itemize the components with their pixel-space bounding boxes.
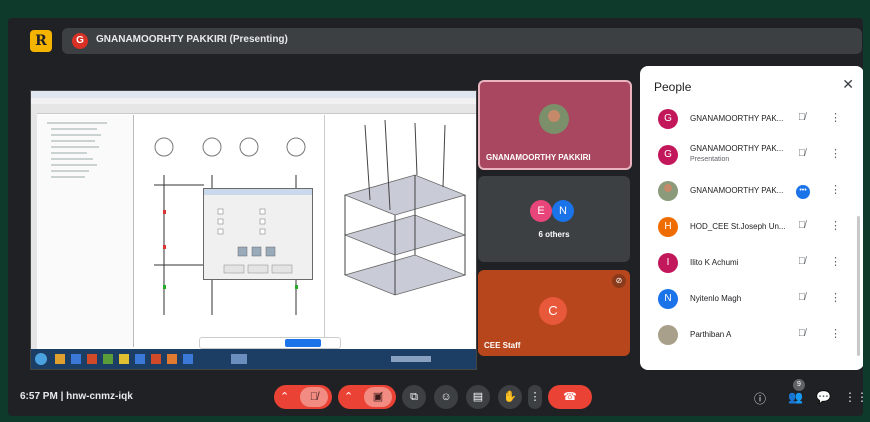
more-vert-icon[interactable]: ⋮ — [830, 111, 841, 124]
mic-control: ⌃ 🎙̸ — [274, 385, 332, 409]
people-icon[interactable]: 👥 — [788, 390, 803, 404]
participant-avatar: I — [658, 253, 678, 273]
tile-label: GNANAMOORTHY PAKKIRI — [486, 153, 591, 162]
captions-icon[interactable]: ▤ — [466, 385, 490, 409]
shared-app-tree-panel — [37, 115, 134, 347]
tile-main-speaker[interactable]: GNANAMOORTHY PAKKIRI — [478, 80, 632, 170]
more-vert-icon[interactable]: ⋮ — [830, 219, 841, 232]
emoji-icon[interactable]: ☺ — [434, 385, 458, 409]
participant-name: GNANAMOORTHY PAK... — [690, 144, 784, 153]
meeting-time-code: 6:57 PM | hnw-cnmz-iqk — [20, 391, 133, 402]
avatar-n: N — [552, 200, 574, 222]
people-list: G GNANAMOORTHY PAK... 🎙̸ ⋮ G GNANAMOORTH… — [650, 102, 850, 354]
list-item[interactable]: I Ilito K Achumi 🎙̸ ⋮ — [650, 246, 850, 282]
app-logo: R — [30, 30, 52, 52]
more-vert-icon[interactable]: ⋮ — [830, 183, 841, 196]
presenter-banner[interactable]: G GNANAMOORHTY PAKKIRI (Presenting) — [62, 28, 862, 54]
participant-name: Ilito K Achumi — [690, 258, 739, 267]
participant-name: Nyitenlo Magh — [690, 294, 742, 303]
more-vert-icon[interactable]: ⋮ — [830, 255, 841, 268]
list-item[interactable]: Parthiban A 🎙̸ ⋮ — [650, 318, 850, 354]
camera-control: ⌃ ▣̸ — [338, 385, 396, 409]
taskbar-icons-graphic — [35, 353, 431, 365]
participant-avatar — [658, 181, 678, 201]
chevron-up-icon[interactable]: ⌃ — [344, 385, 353, 409]
mic-off-icon: ⊘ — [612, 274, 626, 288]
chat-icon[interactable]: 💬 — [816, 390, 831, 404]
people-scrollbar[interactable] — [857, 216, 860, 356]
participant-avatar — [658, 325, 678, 345]
mic-off-icon[interactable]: 🎙̸ — [798, 292, 806, 303]
participant-name: GNANAMOORTHY PAK... — [690, 186, 784, 195]
people-panel-title: People — [654, 80, 692, 94]
chevron-up-icon[interactable]: ⌃ — [280, 385, 289, 409]
shared-app-titlebar — [31, 91, 476, 98]
list-item[interactable]: G GNANAMOORTHY PAK... 🎙̸ ⋮ — [650, 102, 850, 138]
presenter-label: GNANAMOORHTY PAKKIRI (Presenting) — [96, 34, 288, 45]
shared-screen — [30, 90, 477, 370]
stop-sharing-button[interactable] — [285, 339, 321, 347]
apps-grid-icon[interactable]: ⋮⋮ — [844, 390, 863, 404]
phone-hangup-icon: ☎ — [563, 391, 577, 403]
list-item[interactable]: G GNANAMOORTHY PAK... Presentation 🎙̸ ⋮ — [650, 138, 850, 174]
mic-off-icon[interactable]: 🎙̸ — [798, 112, 806, 123]
mic-off-icon[interactable]: 🎙̸ — [300, 387, 328, 407]
shared-app-toolbar — [31, 104, 476, 114]
list-item[interactable]: N Nyitenlo Magh 🎙̸ ⋮ — [650, 282, 850, 318]
participant-avatar: H — [658, 217, 678, 237]
mic-off-icon[interactable]: 🎙̸ — [798, 148, 806, 159]
top-bar: R G GNANAMOORHTY PAKKIRI (Presenting) — [8, 26, 863, 56]
people-panel: People ✕ G GNANAMOORTHY PAK... 🎙̸ ⋮ G GN… — [640, 66, 863, 370]
avatar-e: E — [530, 200, 552, 222]
more-vert-icon[interactable]: ⋮ — [830, 147, 841, 160]
participant-name: HOD_CEE St.Joseph Un... — [690, 222, 786, 231]
presenter-avatar: G — [72, 33, 88, 49]
3d-frame-graphic — [343, 119, 467, 296]
camera-off-icon[interactable]: ▣̸ — [364, 387, 392, 407]
tile-cee-staff[interactable]: ⊘ C CEE Staff — [478, 270, 630, 356]
participant-photo — [539, 104, 569, 134]
shared-windows-taskbar — [31, 349, 476, 369]
close-icon[interactable]: ✕ — [842, 76, 854, 93]
avatar-c: C — [539, 297, 567, 325]
bottom-bar: 6:57 PM | hnw-cnmz-iqk ⌃ 🎙̸ ⌃ ▣̸ ⧉ ☺ ▤ ✋… — [8, 378, 863, 416]
mic-off-icon[interactable]: 🎙̸ — [798, 220, 806, 231]
more-vert-icon[interactable]: ⋮ — [830, 327, 841, 340]
raise-hand-icon[interactable]: ✋ — [498, 385, 522, 409]
participant-avatar: N — [658, 289, 678, 309]
more-vert-icon[interactable]: ⋮ — [830, 291, 841, 304]
tree-lines-graphic — [47, 122, 107, 178]
screen-share-notice — [199, 337, 341, 349]
shared-app-dialog — [203, 188, 313, 280]
others-count-label: 6 others — [538, 230, 570, 239]
list-item[interactable]: H HOD_CEE St.Joseph Un... 🎙̸ ⋮ — [650, 210, 850, 246]
dialog-content-graphic — [217, 208, 293, 274]
talking-indicator-icon: ••• — [796, 185, 810, 199]
end-call-button[interactable]: ☎ — [548, 385, 592, 409]
more-vert-icon[interactable]: ⋮ — [528, 385, 542, 409]
info-icon[interactable]: ⓘ — [754, 390, 766, 407]
participant-avatar: G — [658, 145, 678, 165]
tile-label: CEE Staff — [484, 341, 521, 350]
mic-off-icon[interactable]: 🎙̸ — [798, 256, 806, 267]
shared-app-3d-view — [325, 115, 475, 347]
participant-name: GNANAMOORTHY PAK... — [690, 114, 784, 123]
tile-others[interactable]: E N 6 others — [478, 176, 630, 262]
participant-avatar: G — [658, 109, 678, 129]
present-icon[interactable]: ⧉ — [402, 385, 426, 409]
participant-subtitle: Presentation — [690, 156, 730, 163]
list-item[interactable]: GNANAMOORTHY PAK... ••• ⋮ — [650, 174, 850, 210]
participant-name: Parthiban A — [690, 330, 732, 339]
meet-window: R G GNANAMOORHTY PAKKIRI (Presenting) GN… — [8, 18, 863, 416]
mic-off-icon[interactable]: 🎙̸ — [798, 328, 806, 339]
